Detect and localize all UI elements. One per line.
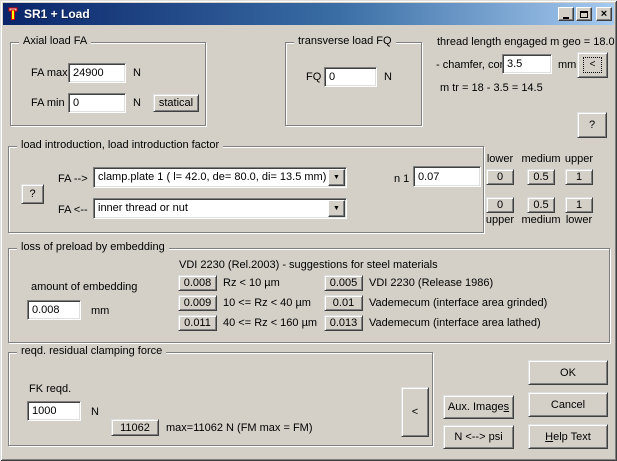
fm-max-text: max=11062 N (FM max = FM) xyxy=(166,422,313,434)
factor-row1-button-0[interactable]: 0 xyxy=(486,169,514,185)
n-psi-toggle-button[interactable]: N <--> psi xyxy=(443,425,514,449)
embedding-preset-label-rz40: 10 <= Rz < 40 µm xyxy=(223,297,311,309)
axial-load-legend: Axial load FA xyxy=(19,35,91,47)
cancel-button[interactable]: Cancel xyxy=(528,392,608,417)
embedding-suggestions-title: VDI 2230 (Rel.2003) - suggestions for st… xyxy=(179,259,438,271)
chamfer-unit: mm xyxy=(558,59,576,71)
fa-in-label: FA --> xyxy=(58,173,88,185)
factor-row1-button-05[interactable]: 0.5 xyxy=(527,169,555,185)
embedding-group: loss of preload by embedding amount of e… xyxy=(8,248,610,343)
embedding-preset-label-vademecum-grinded: Vademecum (interface area grinded) xyxy=(369,297,547,309)
factor-bottom-label-medium: medium xyxy=(521,214,561,226)
bolt-app-icon xyxy=(5,6,21,22)
embedding-preset-label-vademecum-lathed: Vademecum (interface area lathed) xyxy=(369,317,541,329)
factor-row2-button-1[interactable]: 1 xyxy=(565,197,593,213)
factor-row2-button-05[interactable]: 0.5 xyxy=(527,197,555,213)
fa-out-dropdown-button[interactable]: ▼ xyxy=(328,200,345,217)
factor-top-label-medium: medium xyxy=(521,153,561,165)
help-text-button[interactable]: Help Text xyxy=(528,424,608,449)
chamfer-suggest-button[interactable]: < xyxy=(577,52,608,78)
chevron-left-icon: < xyxy=(412,406,418,418)
transverse-load-legend: transverse load FQ xyxy=(294,35,396,47)
close-button[interactable]: × xyxy=(596,7,612,21)
embedding-preset-button-vademecum-lathed[interactable]: 0.013 xyxy=(324,315,363,331)
fk-reqd-input[interactable] xyxy=(27,401,81,421)
embedding-preset-button-vdi1986[interactable]: 0.005 xyxy=(324,275,363,291)
chevron-left-icon: < xyxy=(583,57,603,73)
embedding-preset-button-rz40[interactable]: 0.009 xyxy=(178,295,217,311)
fa-out-combobox[interactable]: inner thread or nut ▼ xyxy=(93,198,347,219)
help-top-button[interactable]: ? xyxy=(577,112,607,138)
fa-in-combobox[interactable]: clamp.plate 1 ( l= 42.0, de= 80.0, di= 1… xyxy=(93,167,347,188)
clamping-force-legend: reqd. residual clamping force xyxy=(17,345,166,357)
factor-bottom-label-upper: upper xyxy=(480,214,520,226)
fq-label: FQ xyxy=(306,71,321,83)
chamfer-label: - chamfer, cone xyxy=(436,59,512,71)
embedding-preset-label-rz10: Rz < 10 µm xyxy=(223,277,280,289)
fa-max-unit: N xyxy=(133,67,141,79)
factor-top-label-upper: upper xyxy=(559,153,599,165)
close-icon: × xyxy=(601,9,607,19)
fa-min-label: FA min xyxy=(31,97,65,109)
embedding-preset-button-rz10[interactable]: 0.008 xyxy=(178,275,217,291)
embedding-amount-label: amount of embedding xyxy=(31,281,137,293)
factor-top-label-lower: lower xyxy=(480,153,520,165)
titlebar[interactable]: SR1 + Load × xyxy=(3,3,614,25)
transverse-load-group: transverse load FQ FQ N xyxy=(285,42,422,126)
fm-max-button[interactable]: 11062 xyxy=(111,419,159,436)
embedding-preset-label-vdi1986: VDI 2230 (Release 1986) xyxy=(369,277,493,289)
minimize-button[interactable] xyxy=(558,7,574,21)
load-introduction-group: load introduction, load introduction fac… xyxy=(8,146,484,233)
sr1-load-dialog: SR1 + Load × Axial load FA FA max N FA m… xyxy=(0,0,617,461)
embedding-amount-unit: mm xyxy=(91,305,109,317)
load-introduction-help-button[interactable]: ? xyxy=(21,184,44,204)
fa-out-selected-value: inner thread or nut xyxy=(98,202,188,214)
fa-out-label: FA <-- xyxy=(58,204,88,216)
maximize-button[interactable] xyxy=(576,7,592,21)
fa-max-input[interactable] xyxy=(68,63,126,83)
embedding-preset-button-rz160[interactable]: 0.011 xyxy=(178,315,217,331)
clamping-back-button[interactable]: < xyxy=(401,387,429,437)
fa-max-label: FA max xyxy=(31,67,68,79)
fk-reqd-unit: N xyxy=(91,406,99,418)
maximize-icon xyxy=(580,11,588,18)
ok-button[interactable]: OK xyxy=(528,360,608,385)
thread-result-text: m tr = 18 - 3.5 = 14.5 xyxy=(440,82,543,94)
chamfer-input[interactable] xyxy=(502,54,552,74)
embedding-preset-button-vademecum-grinded[interactable]: 0.01 xyxy=(324,295,363,311)
minimize-icon xyxy=(563,17,569,19)
clamping-force-group: reqd. residual clamping force FK reqd. N… xyxy=(8,352,433,446)
fa-min-input[interactable] xyxy=(68,93,126,113)
chevron-down-icon: ▼ xyxy=(333,205,340,212)
fa-in-dropdown-button[interactable]: ▼ xyxy=(328,169,345,186)
fa-in-selected-value: clamp.plate 1 ( l= 42.0, de= 80.0, di= 1… xyxy=(98,171,326,183)
n1-label: n 1 xyxy=(394,173,409,185)
thread-engaged-text: thread length engaged m geo = 18.0 xyxy=(437,36,615,48)
fk-reqd-label: FK reqd. xyxy=(29,383,71,395)
fa-min-unit: N xyxy=(133,97,141,109)
aux-images-button[interactable]: Aux. Images xyxy=(443,395,514,419)
embedding-preset-label-rz160: 40 <= Rz < 160 µm xyxy=(223,317,317,329)
factor-bottom-label-lower: lower xyxy=(559,214,599,226)
factor-row1-button-1[interactable]: 1 xyxy=(565,169,593,185)
fq-unit: N xyxy=(384,71,392,83)
chevron-down-icon: ▼ xyxy=(333,174,340,181)
embedding-legend: loss of preload by embedding xyxy=(17,241,169,253)
n1-input[interactable] xyxy=(413,166,481,187)
embedding-amount-input[interactable] xyxy=(27,300,81,320)
fq-input[interactable] xyxy=(324,67,377,87)
statical-button[interactable]: statical xyxy=(153,94,199,112)
window-title: SR1 + Load xyxy=(24,7,556,21)
factor-row2-button-0[interactable]: 0 xyxy=(486,197,514,213)
load-introduction-legend: load introduction, load introduction fac… xyxy=(17,139,223,151)
axial-load-group: Axial load FA FA max N FA min N statical xyxy=(10,42,206,126)
